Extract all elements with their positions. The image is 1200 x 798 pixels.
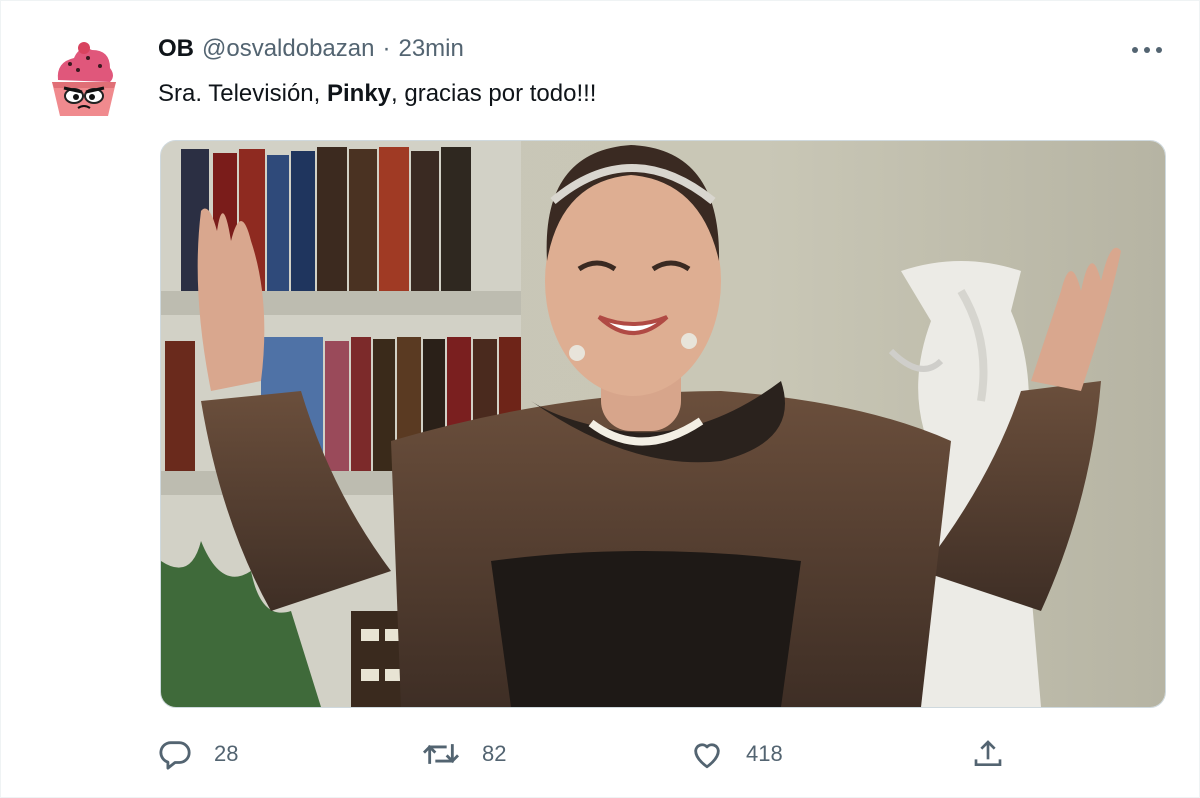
author-name[interactable]: OB	[158, 35, 194, 63]
retweet-icon	[422, 744, 460, 764]
tweet-media-image[interactable]	[160, 140, 1166, 708]
reply-count: 28	[214, 741, 239, 766]
like-button[interactable]: 418	[690, 730, 783, 778]
tweet-text-bold: Pinky	[326, 80, 392, 107]
tweet-actions: 28 82 418	[158, 730, 1018, 778]
author-handle[interactable]: @osvaldobazan	[202, 35, 374, 63]
tweet-text: Sra. Televisión, Pinky, gracias por todo…	[158, 80, 596, 108]
heart-icon	[694, 743, 720, 769]
more-horizontal-icon	[1132, 47, 1162, 53]
tweet-text-part-2: , gracias por todo!!!	[391, 80, 597, 107]
like-count: 418	[746, 741, 783, 766]
more-options-button[interactable]	[1128, 38, 1166, 62]
tweet-timestamp[interactable]: 23min	[398, 35, 463, 63]
avatar[interactable]	[40, 36, 128, 124]
retweet-button[interactable]: 82	[422, 730, 506, 778]
tweet-header: OB @osvaldobazan · 23min	[158, 34, 464, 64]
cupcake-avatar-image	[52, 42, 116, 116]
retweet-count: 82	[482, 741, 507, 766]
woman-photo-image	[161, 141, 1165, 707]
reply-button[interactable]: 28	[158, 730, 238, 778]
share-icon	[974, 740, 1002, 766]
tweet-text-part-1: Sra. Televisión,	[158, 80, 327, 107]
reply-icon	[159, 741, 191, 770]
header-separator: ·	[382, 35, 391, 62]
share-button[interactable]	[972, 730, 1004, 778]
